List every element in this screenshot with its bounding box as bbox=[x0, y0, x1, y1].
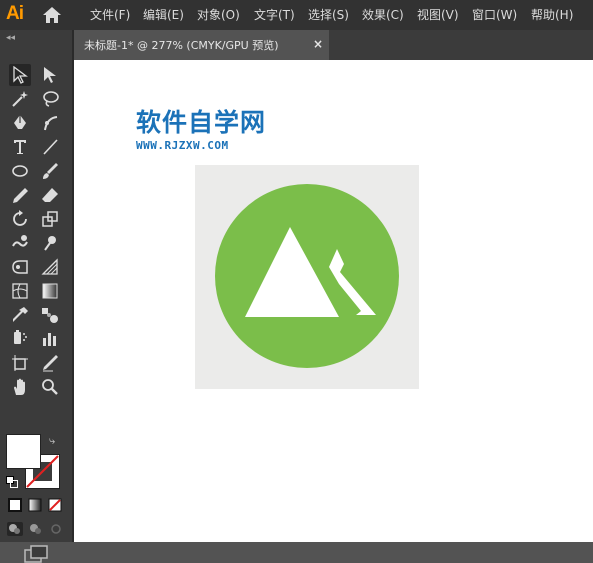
ellipse-tool-icon[interactable] bbox=[9, 160, 31, 182]
menu-edit[interactable]: 编辑(E) bbox=[143, 7, 184, 23]
lasso-tool-icon[interactable] bbox=[39, 88, 61, 110]
screen-mode-icon[interactable] bbox=[24, 545, 48, 563]
none-mode-icon[interactable] bbox=[48, 498, 62, 512]
menu-type[interactable]: 文字(T) bbox=[254, 7, 295, 23]
puppet-warp-tool-icon[interactable] bbox=[39, 232, 61, 254]
tools-panel: ◂◂ ⤷ bbox=[0, 30, 74, 563]
gradient-tool-icon[interactable] bbox=[39, 280, 61, 302]
draw-behind-icon[interactable] bbox=[28, 522, 44, 536]
mesh-tool-icon[interactable] bbox=[9, 280, 31, 302]
document-tab[interactable]: 未标题-1* @ 277% (CMYK/GPU 预览) × bbox=[74, 30, 329, 60]
symbol-sprayer-tool-icon[interactable] bbox=[9, 328, 31, 350]
close-tab-icon[interactable]: × bbox=[313, 37, 323, 51]
warp-tool-icon[interactable] bbox=[9, 232, 31, 254]
swap-fill-stroke-icon[interactable]: ⤷ bbox=[49, 434, 55, 448]
selection-tool-icon[interactable] bbox=[9, 64, 31, 86]
menu-help[interactable]: 帮助(H) bbox=[531, 7, 573, 23]
pen-tool-icon[interactable] bbox=[9, 112, 31, 134]
column-graph-tool-icon[interactable] bbox=[39, 328, 61, 350]
document-tab-bar: 未标题-1* @ 277% (CMYK/GPU 预览) × bbox=[74, 30, 593, 60]
rotate-tool-icon[interactable] bbox=[9, 208, 31, 230]
menu-select[interactable]: 选择(S) bbox=[308, 7, 349, 23]
slice-tool-icon[interactable] bbox=[39, 352, 61, 374]
zoom-tool-icon[interactable] bbox=[39, 376, 61, 398]
collapse-panel-icon[interactable]: ◂◂ bbox=[6, 33, 15, 43]
draw-normal-icon[interactable] bbox=[7, 522, 23, 536]
blend-tool-icon[interactable] bbox=[39, 304, 61, 326]
hand-tool-icon[interactable] bbox=[9, 376, 31, 398]
direct-selection-tool-icon[interactable] bbox=[39, 64, 61, 86]
document-tab-title: 未标题-1* @ 277% (CMYK/GPU 预览) bbox=[84, 39, 279, 52]
menu-object[interactable]: 对象(O) bbox=[197, 7, 240, 23]
magic-wand-tool-icon[interactable] bbox=[9, 88, 31, 110]
home-icon[interactable] bbox=[42, 6, 62, 24]
gradient-mode-icon[interactable] bbox=[28, 498, 42, 512]
paintbrush-tool-icon[interactable] bbox=[39, 160, 61, 182]
menu-file[interactable]: 文件(F) bbox=[90, 7, 130, 23]
mountain-logo-artwork[interactable] bbox=[74, 60, 593, 542]
draw-inside-icon[interactable] bbox=[48, 522, 64, 536]
app-logo: Ai bbox=[6, 3, 24, 24]
default-colors-icon[interactable] bbox=[6, 476, 18, 488]
artboard-tool-icon[interactable] bbox=[9, 352, 31, 374]
pencil-tool-icon[interactable] bbox=[9, 184, 31, 206]
canvas-area[interactable]: 软件自学网 WWW.RJZXW.COM bbox=[74, 60, 593, 542]
curvature-tool-icon[interactable] bbox=[39, 112, 61, 134]
menu-window[interactable]: 窗口(W) bbox=[472, 7, 517, 23]
fill-swatch[interactable] bbox=[6, 434, 41, 469]
free-transform-tool-icon[interactable] bbox=[9, 256, 31, 278]
line-segment-tool-icon[interactable] bbox=[39, 136, 61, 158]
color-mode-icon[interactable] bbox=[8, 498, 22, 512]
eraser-tool-icon[interactable] bbox=[39, 184, 61, 206]
perspective-grid-tool-icon[interactable] bbox=[39, 256, 61, 278]
menu-bar: Ai 文件(F) 编辑(E) 对象(O) 文字(T) 选择(S) 效果(C) 视… bbox=[0, 0, 593, 30]
menu-view[interactable]: 视图(V) bbox=[417, 7, 459, 23]
menu-effect[interactable]: 效果(C) bbox=[362, 7, 404, 23]
eyedropper-tool-icon[interactable] bbox=[9, 304, 31, 326]
type-tool-icon[interactable] bbox=[9, 136, 31, 158]
scale-tool-icon[interactable] bbox=[39, 208, 61, 230]
